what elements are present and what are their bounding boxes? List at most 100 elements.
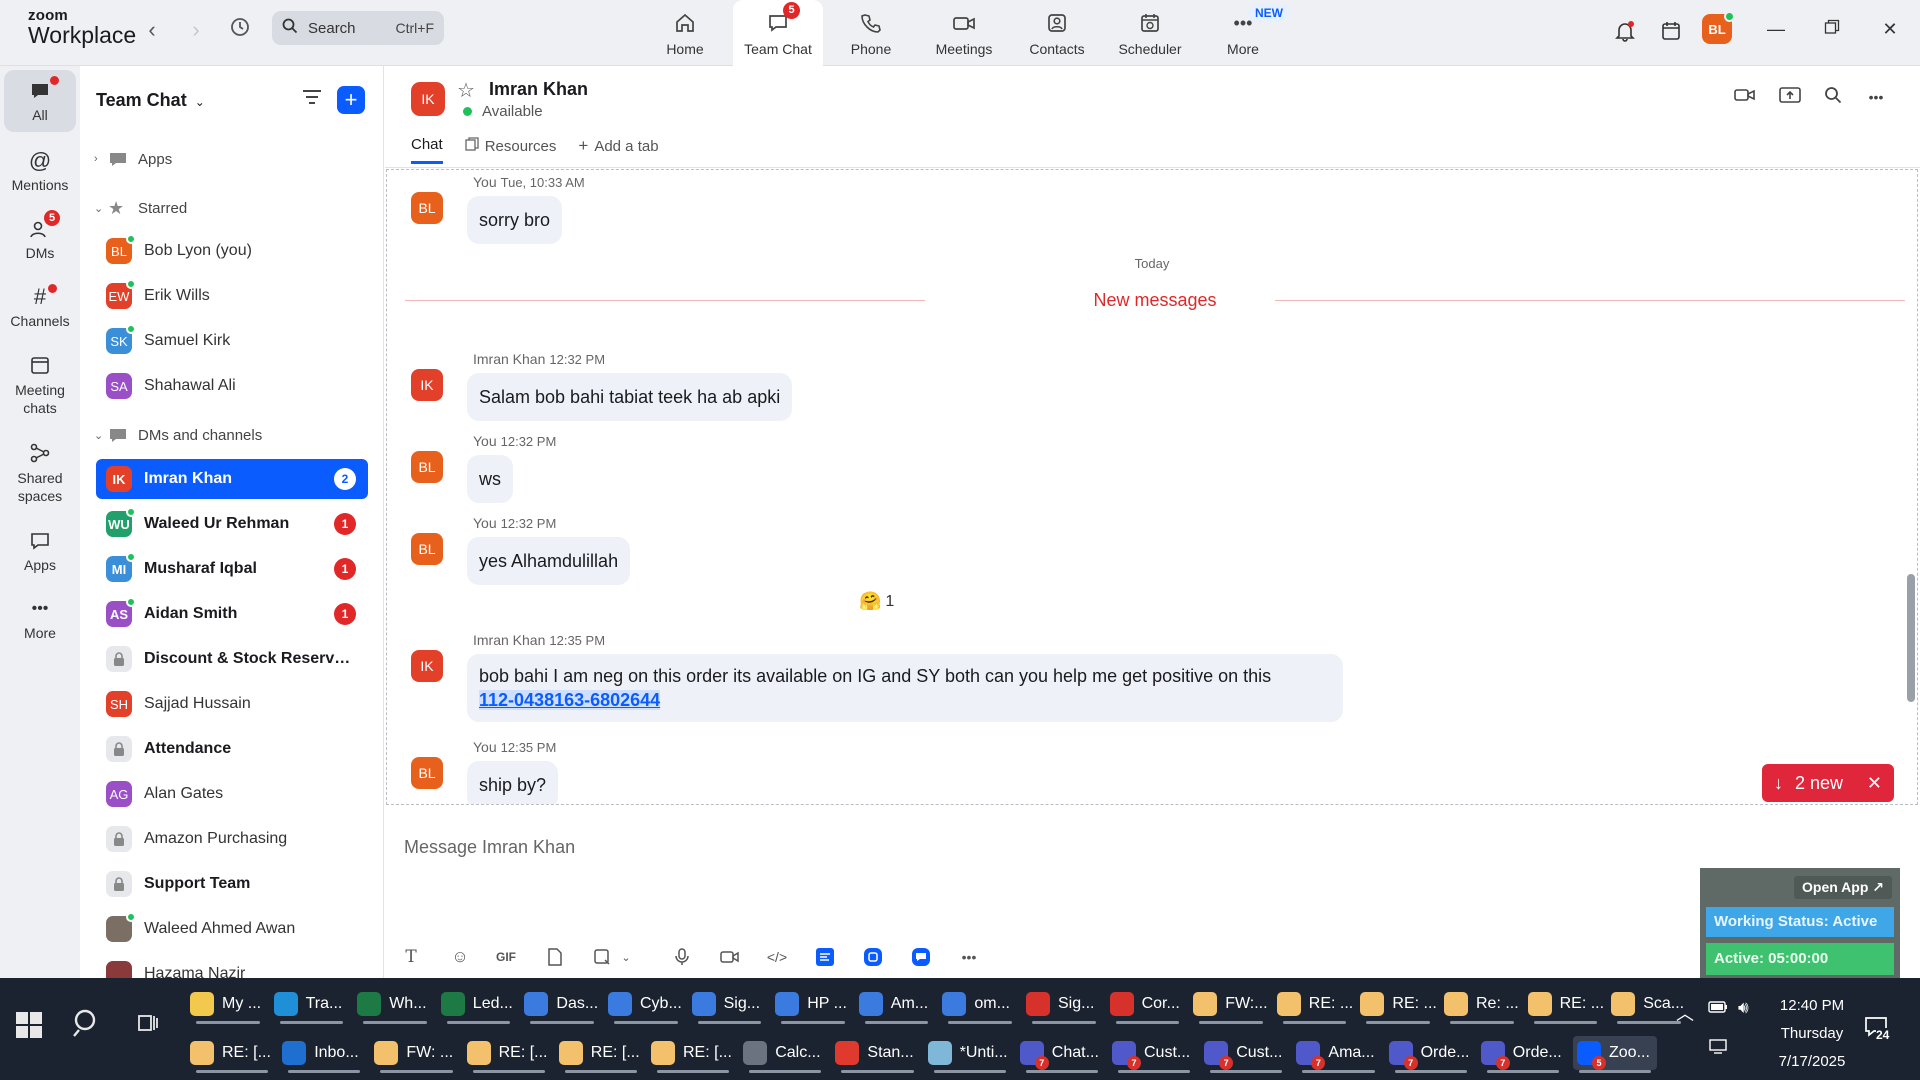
message-reaction[interactable]: 🤗 1: [859, 591, 894, 612]
taskbar-app-button[interactable]: Stan...: [835, 1036, 919, 1073]
taskbar-app-button[interactable]: 7 Cust...: [1204, 1036, 1288, 1073]
taskbar-app-button[interactable]: RE: [...: [190, 1036, 274, 1073]
tab-resources[interactable]: Resources: [465, 136, 556, 164]
app-button-3[interactable]: [907, 943, 935, 971]
chat-item-sajjad-hussain[interactable]: SH Sajjad Hussain: [96, 684, 368, 724]
tray-overflow-button[interactable]: ︿: [1676, 1000, 1694, 1026]
app-button-1[interactable]: [811, 943, 839, 971]
chat-item-waleed-ahmed-awan[interactable]: Waleed Ahmed Awan: [96, 909, 368, 949]
message-input[interactable]: Message Imran Khan: [404, 837, 575, 858]
filter-button[interactable]: [302, 88, 322, 111]
sender-avatar[interactable]: BL: [411, 757, 443, 789]
chat-item-imran-khan[interactable]: IK Imran Khan 2: [96, 459, 368, 499]
tab-home[interactable]: Home: [640, 0, 730, 66]
rail-item-channels[interactable]: # Channels: [4, 284, 76, 329]
taskbar-app-button[interactable]: 7 Ama...: [1296, 1036, 1380, 1073]
message-bubble[interactable]: sorry bro: [467, 196, 563, 244]
taskbar-app-button[interactable]: Re: ...: [1444, 987, 1520, 1024]
taskbar-app-button[interactable]: 7 Cust...: [1112, 1036, 1196, 1073]
chat-item-hazama-nazir[interactable]: Hazama Nazir: [96, 954, 368, 978]
more-tools-button[interactable]: •••: [955, 943, 983, 971]
taskbar-app-button[interactable]: RE: [...: [466, 1036, 551, 1073]
taskbar-app-button[interactable]: RE: ...: [1527, 987, 1604, 1024]
taskbar-app-button[interactable]: om...: [942, 987, 1018, 1024]
format-text-button[interactable]: T: [397, 943, 425, 971]
message-bubble[interactable]: ship by?: [467, 761, 559, 804]
chat-item-bob-lyon[interactable]: BL Bob Lyon (you): [96, 231, 368, 271]
tab-more[interactable]: ••• More NEW: [1198, 0, 1290, 66]
chat-item-shahawal-ali[interactable]: SA Shahawal Ali: [96, 366, 368, 406]
tab-scheduler[interactable]: Scheduler: [1105, 0, 1195, 66]
scrollbar-thumb[interactable]: [1907, 574, 1915, 702]
taskbar-app-button[interactable]: FW: ...: [374, 1036, 458, 1073]
more-options-button[interactable]: •••: [1861, 86, 1891, 107]
close-icon[interactable]: ✕: [1867, 773, 1882, 794]
start-button[interactable]: [16, 1012, 42, 1038]
chat-item-alan-gates[interactable]: AG Alan Gates: [96, 774, 368, 814]
section-starred[interactable]: ⌄ ★ Starred: [94, 198, 187, 219]
volume-icon[interactable]: 🔊︎: [1738, 998, 1749, 1018]
taskbar-app-button[interactable]: 7 Chat...: [1019, 1036, 1104, 1073]
battery-icon[interactable]: [1708, 1000, 1728, 1018]
channel-item-discount-stock[interactable]: Discount & Stock Reserva...: [96, 639, 368, 679]
taskbar-app-button[interactable]: RE: ...: [1276, 987, 1353, 1024]
voice-message-button[interactable]: [668, 943, 696, 971]
chat-item-aidan-smith[interactable]: AS Aidan Smith 1: [96, 594, 368, 634]
rail-item-apps[interactable]: Apps: [4, 528, 76, 573]
open-app-button[interactable]: Open App ↗: [1794, 876, 1892, 899]
channel-item-amazon-purchasing[interactable]: Amazon Purchasing: [96, 819, 368, 859]
rail-item-meeting-chats[interactable]: Meeting chats: [4, 352, 76, 417]
search-box[interactable]: Search Ctrl+F: [272, 11, 444, 45]
calendar-button[interactable]: [1656, 16, 1686, 46]
add-tab-button[interactable]: + Add a tab: [578, 136, 658, 164]
message-bubble[interactable]: yes Alhamdulillah: [467, 537, 631, 585]
tab-phone[interactable]: Phone: [826, 0, 916, 66]
contact-name[interactable]: Imran Khan: [489, 79, 588, 100]
section-dms-channels[interactable]: ⌄ DMs and channels: [94, 426, 262, 444]
screenshot-options-button[interactable]: ⌄: [612, 943, 640, 971]
channel-item-support-team[interactable]: Support Team: [96, 864, 368, 904]
taskbar-app-button[interactable]: HP ...: [775, 987, 851, 1024]
rail-item-more[interactable]: ••• More: [4, 596, 76, 641]
order-number-link[interactable]: 112-0438163-6802644: [479, 690, 661, 710]
user-avatar[interactable]: BL: [1702, 11, 1735, 44]
taskbar-app-button[interactable]: 7 Orde...: [1480, 1036, 1565, 1073]
sidebar-title[interactable]: Team Chat ⌄: [96, 90, 205, 111]
emoji-button[interactable]: ☺: [446, 943, 474, 971]
taskbar-app-button[interactable]: Tra...: [273, 987, 350, 1024]
tab-contacts[interactable]: Contacts: [1012, 0, 1102, 66]
network-icon[interactable]: [1708, 1038, 1728, 1058]
taskbar-app-button[interactable]: RE: [...: [651, 1036, 735, 1073]
search-chat-button[interactable]: [1818, 86, 1848, 109]
taskbar-app-button[interactable]: RE: ...: [1360, 987, 1437, 1024]
video-message-button[interactable]: [716, 943, 744, 971]
message-bubble[interactable]: ws: [467, 455, 513, 503]
taskbar-app-button[interactable]: FW:...: [1193, 987, 1269, 1024]
gif-button[interactable]: GIF: [492, 943, 520, 971]
chat-item-samuel-kirk[interactable]: SK Samuel Kirk: [96, 321, 368, 361]
taskbar-search-button[interactable]: [72, 1008, 102, 1045]
taskbar-app-button[interactable]: My ...: [190, 987, 266, 1024]
rail-item-mentions[interactable]: @ Mentions: [4, 148, 76, 193]
new-chat-button[interactable]: +: [337, 86, 365, 114]
chat-item-erik-wills[interactable]: EW Erik Wills: [96, 276, 368, 316]
code-snippet-button[interactable]: </>: [763, 943, 791, 971]
message-bubble[interactable]: bob bahi I am neg on this order its avai…: [467, 654, 1343, 722]
back-button[interactable]: ‹: [138, 16, 166, 44]
rail-item-all[interactable]: All: [4, 70, 76, 132]
taskbar-app-button[interactable]: Cyb...: [608, 987, 684, 1024]
rail-item-dms[interactable]: 5 DMs: [4, 210, 76, 261]
taskbar-app-button[interactable]: 5 Zoo...: [1573, 1036, 1658, 1073]
close-button[interactable]: ✕: [1870, 14, 1910, 44]
tab-team-chat[interactable]: Team Chat 5: [733, 0, 823, 66]
restore-button[interactable]: [1812, 14, 1852, 44]
history-button[interactable]: [226, 16, 254, 46]
notifications-button[interactable]: [1610, 16, 1640, 46]
chat-item-musharaf-iqbal[interactable]: MI Musharaf Iqbal 1: [96, 549, 368, 589]
sender-avatar[interactable]: IK: [411, 369, 443, 401]
contact-avatar[interactable]: IK: [411, 82, 445, 116]
taskbar-app-button[interactable]: Led...: [440, 987, 517, 1024]
attach-file-button[interactable]: [541, 943, 569, 971]
jump-to-new-button[interactable]: ↓ 2 new ✕: [1762, 764, 1894, 802]
section-apps[interactable]: › Apps: [94, 150, 172, 168]
